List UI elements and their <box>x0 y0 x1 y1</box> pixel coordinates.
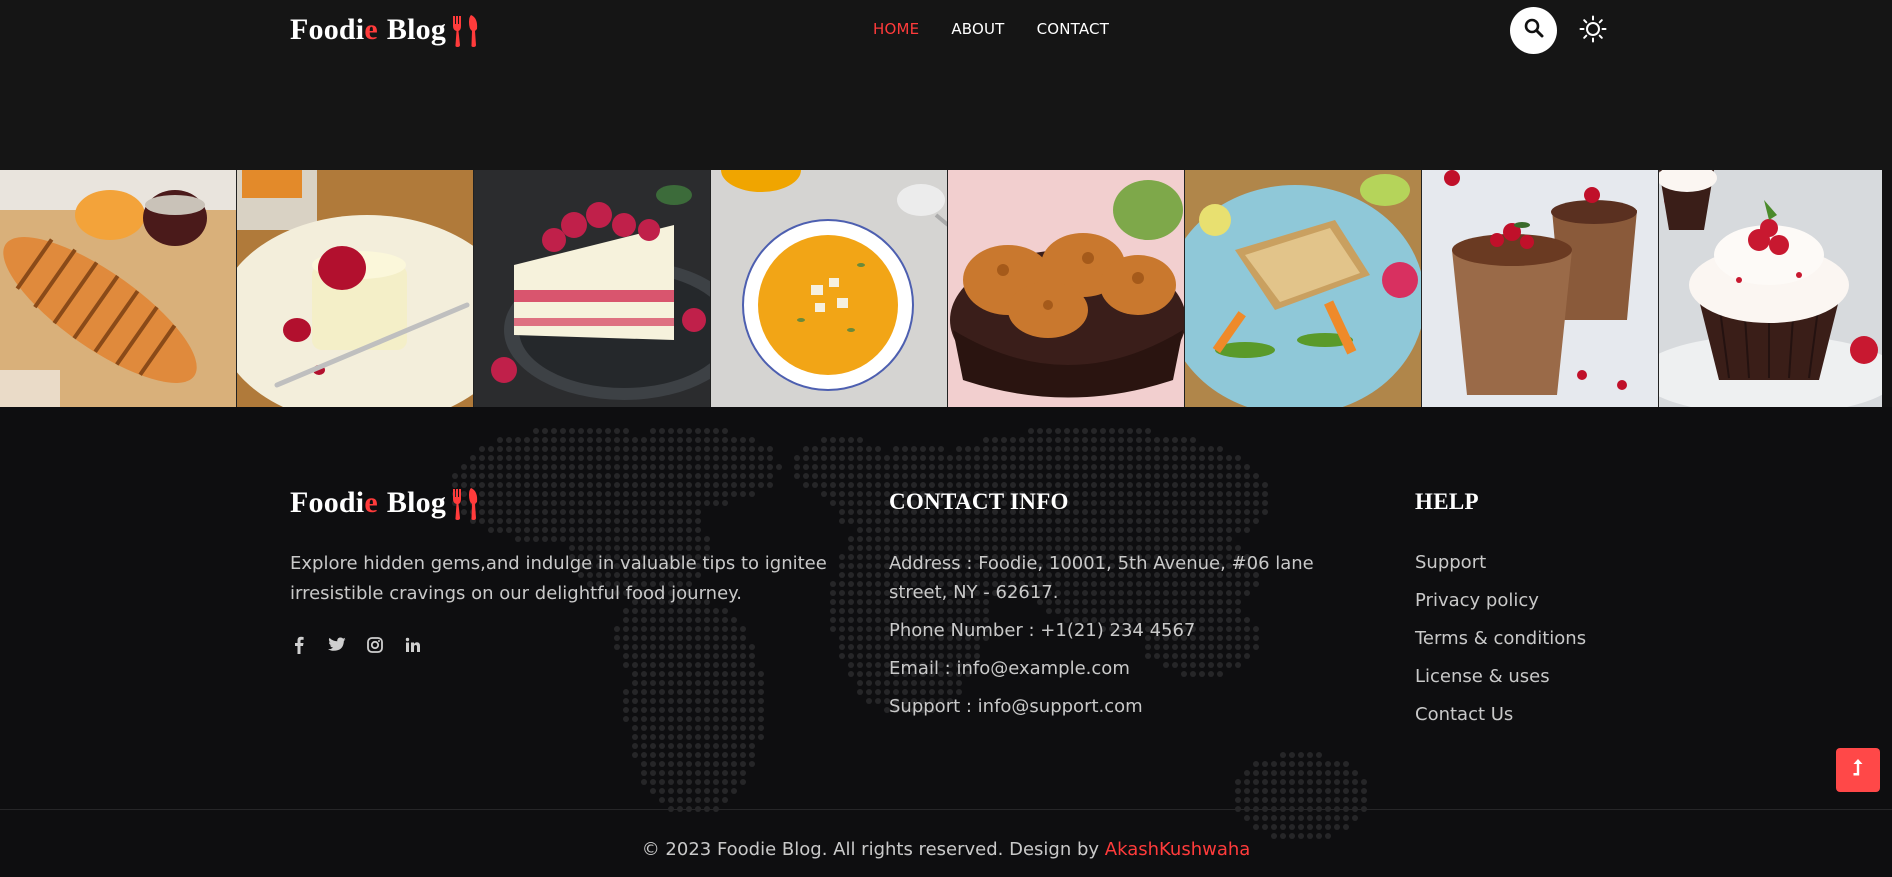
contact-address: Address : Foodie, 10001, 5th Avenue, #06… <box>889 553 1314 603</box>
contact-info-title: CONTACT INFO <box>889 489 1069 514</box>
footer-brand-accent: e <box>364 486 378 519</box>
footer-divider <box>0 809 1892 810</box>
help-links: Support Privacy policy Terms & condition… <box>1415 549 1586 739</box>
contact-info-list: Address : Foodie, 10001, 5th Avenue, #06… <box>889 549 1329 730</box>
food-gallery <box>0 170 1892 407</box>
facebook-icon[interactable] <box>290 636 308 654</box>
twitter-icon[interactable] <box>328 636 346 654</box>
nav-contact[interactable]: CONTACT <box>1037 20 1110 38</box>
help-link-contact-us[interactable]: Contact Us <box>1415 701 1586 739</box>
contact-support[interactable]: Support : info@support.com <box>889 692 1329 721</box>
back-to-top-button[interactable] <box>1836 748 1880 792</box>
copyright-label: © 2023 Foodie Blog. All rights reserved.… <box>641 839 1100 860</box>
cutlery-icon <box>449 12 481 48</box>
help-link-privacy-policy[interactable]: Privacy policy <box>1415 587 1586 625</box>
arrow-up-icon <box>1852 758 1864 783</box>
gallery-image-pumpkin-soup[interactable] <box>710 170 947 407</box>
instagram-icon[interactable] <box>366 636 384 654</box>
linkedin-icon[interactable] <box>404 636 422 654</box>
sun-icon <box>1579 15 1607 48</box>
main-nav: HOME ABOUT CONTACT <box>873 20 1109 38</box>
theme-toggle-button[interactable] <box>1577 15 1609 47</box>
gallery-image-chocolate-mousse[interactable] <box>1421 170 1658 407</box>
gallery-image-grilled-fish[interactable] <box>1184 170 1421 407</box>
footer-about-text: Explore hidden gems,and indulge in valua… <box>290 553 827 604</box>
nav-about[interactable]: ABOUT <box>951 20 1004 38</box>
footer-brand-part1: Foodi <box>290 486 365 519</box>
help-link-license[interactable]: License & uses <box>1415 663 1586 701</box>
help-title: HELP <box>1415 489 1479 514</box>
brand-text-part1: Foodi <box>290 13 365 46</box>
cutlery-icon <box>449 485 481 521</box>
search-icon <box>1524 18 1544 43</box>
copyright-text: © 2023 Foodie Blog. All rights reserved.… <box>0 839 1892 860</box>
footer-brand-logo[interactable]: Foodi e Blog <box>290 485 481 521</box>
social-links <box>290 636 422 654</box>
gallery-image-bread[interactable] <box>0 170 236 407</box>
gallery-image-fried-chicken[interactable] <box>947 170 1184 407</box>
contact-email[interactable]: Email : info@example.com <box>889 654 1329 683</box>
site-footer: Foodi e Blog Explore hidden gems,and indul… <box>0 407 1892 877</box>
brand-text-accent: e <box>364 13 378 46</box>
footer-brand-part3: Blog <box>386 486 447 519</box>
author-link[interactable]: AkashKushwaha <box>1105 839 1251 860</box>
nav-home[interactable]: HOME <box>873 20 919 38</box>
contact-phone[interactable]: Phone Number : +1(21) 234 4567 <box>889 616 1329 645</box>
brand-logo[interactable]: Foodi e Blog <box>290 10 481 50</box>
gallery-image-red-velvet-cupcake[interactable] <box>1658 170 1882 407</box>
site-header: Foodi e Blog HOME ABOUT CONTACT <box>0 0 1892 170</box>
brand-text-part3: Blog <box>386 13 447 46</box>
gallery-image-panna-cotta[interactable] <box>236 170 473 407</box>
help-link-support[interactable]: Support <box>1415 549 1586 587</box>
gallery-image-raspberry-cake[interactable] <box>473 170 710 407</box>
search-button[interactable] <box>1510 7 1557 54</box>
help-link-terms[interactable]: Terms & conditions <box>1415 625 1586 663</box>
